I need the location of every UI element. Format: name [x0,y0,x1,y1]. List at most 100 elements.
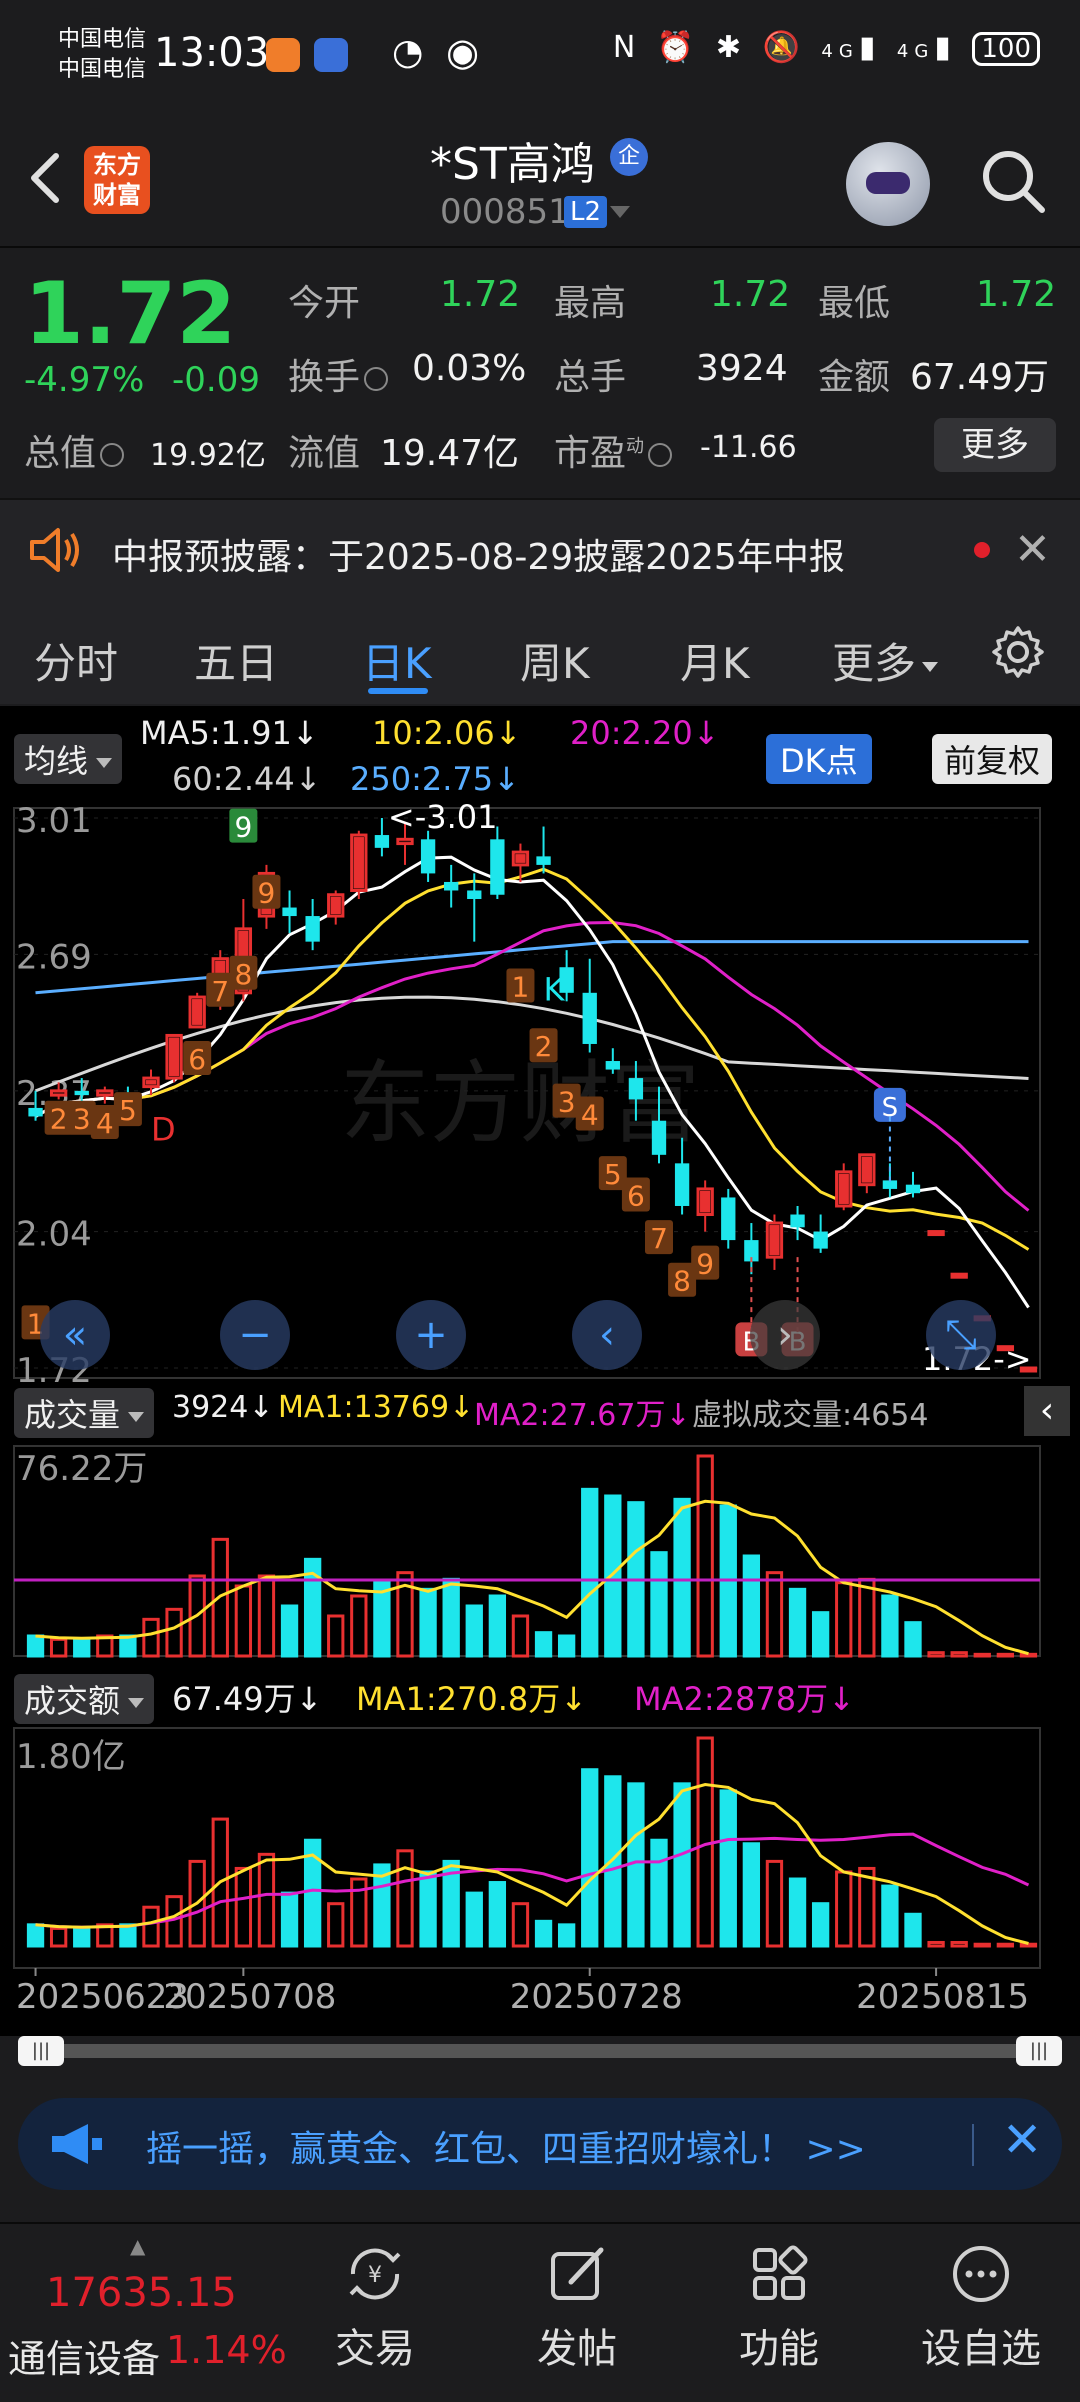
chevron-down-icon[interactable] [610,206,630,218]
system-icons: N ⏰ ✱ 🔕 4G▮ 4G▮ 100 [613,30,1040,66]
amount-bar [490,1883,504,1946]
td-up-count: 5 [119,1094,137,1127]
collapse-panel-button[interactable]: ‹ [1024,1386,1070,1436]
close-icon[interactable]: ✕ [1014,524,1051,575]
td-up-count: 4 [96,1107,114,1140]
candle [652,1121,666,1155]
mute-icon: 🔕 [763,30,806,65]
amount-bar [51,1928,65,1946]
gear-icon[interactable] [990,624,1046,680]
tab-more[interactable]: 更多 [832,630,938,691]
volume-bar [467,1606,481,1656]
amount-bar [998,1944,1012,1946]
kline-svg: 东方财富3.012.692.372.041.721234567891234567… [0,706,1080,2036]
volume-bar [121,1636,135,1656]
volume-bar [144,1619,158,1656]
volume-ma1: MA1:13769↓ [278,1390,474,1425]
virtual-volume: 虚拟成交量:4654 [692,1390,928,1434]
zoom-out-icon[interactable]: − [220,1300,290,1370]
promo-banner[interactable]: 摇一摇，赢黄金、红包、四重招财壕礼！ >> ✕ [18,2098,1062,2190]
expand-icon[interactable]: ⤡ [926,1300,996,1370]
close-icon[interactable]: ✕ [1002,2112,1042,2168]
info-icon[interactable] [364,367,388,391]
amount-bar [675,1784,689,1946]
more-button[interactable]: 更多 [934,418,1056,472]
td-down-count: 8 [673,1265,691,1298]
stock-code: 000851 [440,192,570,232]
nav-trade[interactable]: ¥ 交易 [310,2242,440,2374]
zoom-in-icon[interactable]: + [396,1300,466,1370]
volume-bar [28,1636,42,1656]
volume-dropdown[interactable]: 成交量 [14,1388,154,1438]
volume-bar [375,1583,389,1656]
kline-chart-area[interactable]: 均线 MA5:1.91↓ 10:2.06↓ 20:2.20↓ 60:2.44↓ … [0,706,1080,2036]
nav-functions-label: 功能 [714,2316,844,2374]
amount-bar [467,1893,481,1946]
candle [929,1232,943,1235]
amount-label: 金额 [818,348,890,400]
eastmoney-logo[interactable]: 东方财富 [84,146,150,214]
time-scrollbar[interactable] [18,2044,1062,2058]
info-icon[interactable] [648,443,672,467]
candle [536,856,550,865]
tab-daily-k[interactable]: 日K [362,630,432,691]
tab-five-day[interactable]: 五日 [194,630,278,691]
candle [28,1108,42,1117]
level2-badge[interactable]: L2 [564,196,607,228]
low-value: 1.72 [976,274,1056,315]
turnover-label: 换手 [288,348,392,400]
volume-bar [883,1596,897,1656]
tab-monthly-k[interactable]: 月K [680,630,750,691]
notice-bar[interactable]: 中报预披露：于2025-08-29披露2025年中报 ✕ [0,498,1080,602]
amount-dropdown[interactable]: 成交额 [14,1674,154,1724]
pe-value: -11.66 [700,430,797,465]
sector-index-value[interactable]: 17635.15 [46,2270,237,2316]
mktcap-label: 总值 [24,424,128,476]
nav-post[interactable]: 发帖 [512,2242,642,2374]
tab-weekly-k[interactable]: 周K [520,630,590,691]
td-up-count: 9 [258,877,276,910]
td-down-count: 9 [696,1248,714,1281]
volume-bar [559,1636,573,1656]
bottom-nav: ▲ 17635.15 通信设备 1.14% ¥ 交易 发帖 功能 [0,2222,1080,2402]
assistant-robot-icon[interactable] [846,142,930,226]
volume-bar [329,1616,343,1656]
sector-change[interactable]: 1.14% [166,2328,287,2372]
candle [282,908,296,917]
x-date-label: 20250815 [856,1977,1029,2017]
amount-bar [952,1942,966,1946]
low-label: 最低 [818,274,890,326]
volume-bar [837,1583,851,1656]
scrollbar-right-handle[interactable]: ||| [1016,2036,1062,2066]
nav-functions[interactable]: 功能 [714,2242,844,2374]
scroll-right-icon[interactable]: › [750,1300,820,1370]
speed-icon: ◔ [392,32,423,73]
info-icon[interactable] [100,443,124,467]
td-down-count: 7 [650,1222,668,1255]
td-up-count: 3 [73,1103,91,1136]
volume-bar [606,1496,620,1656]
trade-icon: ¥ [343,2242,407,2306]
chevron-up-icon[interactable]: ▲ [130,2234,145,2258]
quote-panel: 1.72 -4.97% -0.09 今开 1.72 最高 1.72 最低 1.7… [0,248,1080,496]
search-icon[interactable] [978,146,1048,216]
scroll-left-fast-icon[interactable]: « [40,1300,110,1370]
candle-body [169,1037,179,1076]
app-notification-icon-2 [314,38,348,72]
scrollbar-left-handle[interactable]: ||| [18,2036,64,2066]
grid-icon [747,2242,811,2306]
sector-name[interactable]: 通信设备 [8,2328,160,2383]
candle [305,916,319,942]
amount-bar [329,1904,343,1946]
candle-body [192,999,202,1025]
scroll-left-icon[interactable]: ‹ [572,1300,642,1370]
tab-intraday[interactable]: 分时 [34,630,118,691]
td-up-count: 7 [211,975,229,1008]
amount-bar [767,1861,781,1946]
turnover-value: 0.03% [412,348,526,389]
nav-add-watchlist-label: 设自选 [916,2316,1046,2374]
candle [675,1163,689,1206]
back-arrow-icon[interactable] [22,148,72,208]
nav-add-watchlist[interactable]: 设自选 [916,2242,1046,2374]
period-tabs: 分时 五日 日K 周K 月K 更多 [0,600,1080,704]
